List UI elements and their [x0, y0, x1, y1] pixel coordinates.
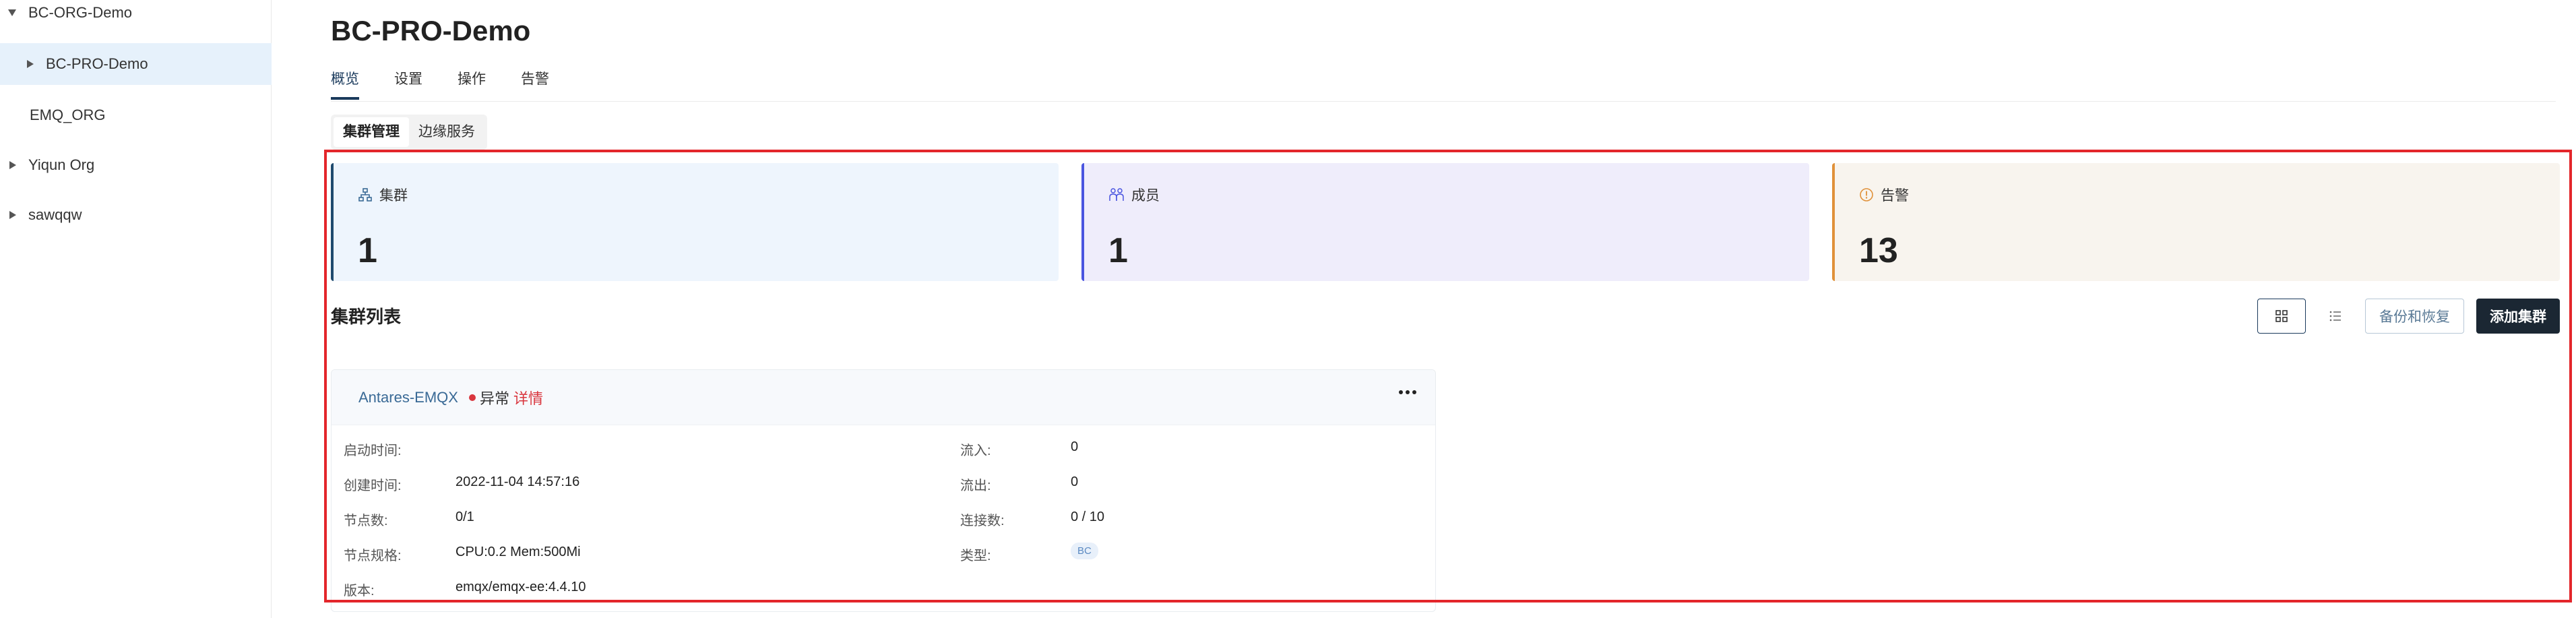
tree-item-label: BC-PRO-Demo	[46, 55, 148, 72]
tree-item-bc-pro-demo[interactable]: BC-PRO-Demo	[0, 43, 272, 85]
field-value: 2022-11-04 14:57:16	[455, 474, 580, 489]
field-label: 流入:	[960, 443, 991, 458]
status-dot-icon	[468, 394, 476, 401]
field-value: 0	[1071, 474, 1079, 489]
field-label: 节点规格:	[344, 549, 402, 563]
stat-label-row: 成员	[1108, 185, 1160, 205]
page-title: BC-PRO-Demo	[331, 15, 531, 47]
stat-card-alerts: 告警 13	[1832, 163, 2560, 281]
status-detail-link[interactable]: 详情	[513, 387, 543, 408]
subtab-edge-services[interactable]: 边缘服务	[409, 117, 484, 147]
tree-item-label: sawqqw	[28, 206, 82, 223]
chevron-right-icon[interactable]	[27, 60, 34, 68]
header-divider	[331, 101, 2556, 102]
field-label: 节点数:	[344, 514, 388, 528]
main-tabs: 概览 设置 操作 告警	[331, 67, 584, 102]
stat-label: 集群	[379, 188, 408, 204]
cluster-card-header: Antares-EMQX 异常 详情	[332, 370, 1435, 425]
tree-item-sawqqw[interactable]: sawqqw	[0, 194, 272, 236]
stat-label: 成员	[1131, 188, 1160, 204]
tree-item-label: Yiqun Org	[28, 156, 95, 173]
list-icon	[2329, 311, 2341, 321]
alert-icon	[1860, 188, 1873, 202]
field-label: 版本:	[344, 584, 375, 598]
members-icon	[1109, 188, 1124, 201]
chevron-right-icon[interactable]	[9, 211, 16, 219]
type-badge: BC	[1071, 543, 1098, 559]
stat-value: 13	[1859, 231, 1898, 270]
cluster-list-title: 集群列表	[331, 307, 402, 327]
stat-label: 告警	[1881, 188, 1909, 204]
stat-card-members: 成员 1	[1081, 163, 1809, 281]
stat-label-row: 告警	[1859, 185, 1909, 205]
tab-operations[interactable]: 操作	[458, 67, 486, 100]
stat-label-row: 集群	[358, 185, 408, 205]
tree-item-label: BC-ORG-Demo	[28, 4, 133, 21]
chevron-right-icon[interactable]	[9, 161, 16, 169]
tree-item-bc-org-demo[interactable]: BC-ORG-Demo	[0, 0, 272, 34]
cluster-name-link[interactable]: Antares-EMQX	[358, 389, 458, 406]
more-icon[interactable]	[1399, 390, 1416, 394]
field-value: 0/1	[455, 509, 474, 524]
subtab-cluster-management[interactable]: 集群管理	[334, 117, 409, 147]
field-label: 创建时间:	[344, 478, 402, 493]
list-view-button[interactable]	[2318, 299, 2353, 334]
cluster-icon	[358, 188, 372, 202]
tree-item-yiqun-org[interactable]: Yiqun Org	[0, 144, 272, 186]
sub-tabs: 集群管理 边缘服务	[331, 115, 487, 150]
field-label: 连接数:	[960, 514, 1005, 528]
field-label: 流出:	[960, 478, 991, 493]
tree-item-label: EMQ_ORG	[30, 106, 106, 123]
cluster-card: Antares-EMQX 异常 详情 启动时间: 创建时间: 2022-11-0…	[331, 369, 1436, 612]
stat-value: 1	[358, 231, 377, 270]
field-value: emqx/emqx-ee:4.4.10	[455, 580, 586, 594]
org-tree-sidebar: BC-ORG-Demo BC-PRO-Demo EMQ_ORG Yiqun Or…	[0, 0, 272, 618]
tab-alerts[interactable]: 告警	[521, 67, 549, 100]
field-label: 启动时间:	[344, 443, 402, 458]
grid-icon	[2275, 310, 2288, 322]
cluster-status: 异常	[479, 390, 509, 407]
stat-card-clusters: 集群 1	[331, 163, 1059, 281]
backup-restore-button[interactable]: 备份和恢复	[2365, 299, 2464, 334]
cluster-list-toolbar: 备份和恢复 添加集群	[2257, 299, 2560, 334]
stat-value: 1	[1108, 231, 1128, 270]
tab-settings[interactable]: 设置	[394, 67, 422, 100]
field-label: 类型:	[960, 549, 991, 563]
field-value: 0	[1071, 439, 1079, 454]
grid-view-button[interactable]	[2257, 299, 2306, 334]
tab-overview[interactable]: 概览	[331, 67, 359, 100]
field-value: 0 / 10	[1071, 509, 1105, 524]
tree-item-emq-org[interactable]: EMQ_ORG	[0, 94, 272, 136]
chevron-down-icon[interactable]	[8, 9, 16, 16]
field-value: CPU:0.2 Mem:500Mi	[455, 545, 581, 559]
add-cluster-button[interactable]: 添加集群	[2476, 299, 2560, 334]
